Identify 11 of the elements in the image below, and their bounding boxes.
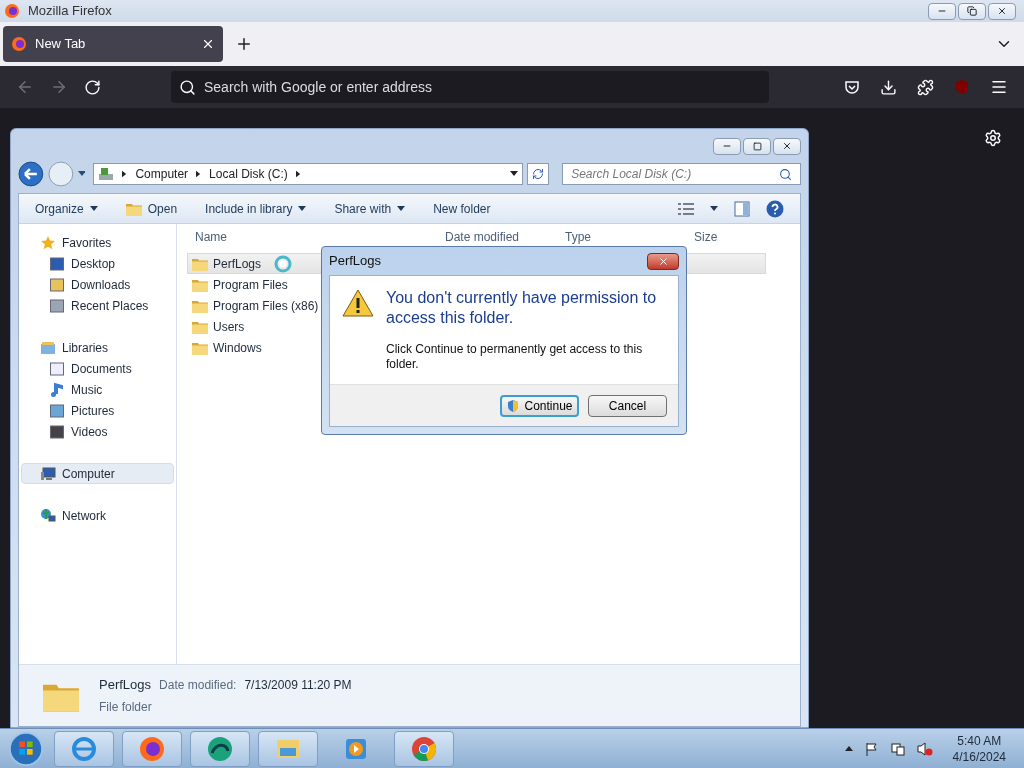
dialog-heading: You don't currently have permission to access this folder. xyxy=(386,288,658,328)
details-type: File folder xyxy=(99,699,153,717)
details-name: PerfLogs xyxy=(99,675,152,694)
address-placeholder: Search with Google or enter address xyxy=(204,77,432,97)
dialog-title: PerfLogs xyxy=(329,252,382,271)
dialog-message: Click Continue to permanently get access to this folder. xyxy=(386,342,644,372)
search-placeholder: Search Local Disk (C:) xyxy=(571,166,692,183)
details-value: 7/13/2009 11:20 PM xyxy=(244,676,352,694)
tab-label: New Tab xyxy=(35,35,86,54)
window-title: Mozilla Firefox xyxy=(28,2,112,21)
details-label: Date modified: xyxy=(159,676,237,694)
